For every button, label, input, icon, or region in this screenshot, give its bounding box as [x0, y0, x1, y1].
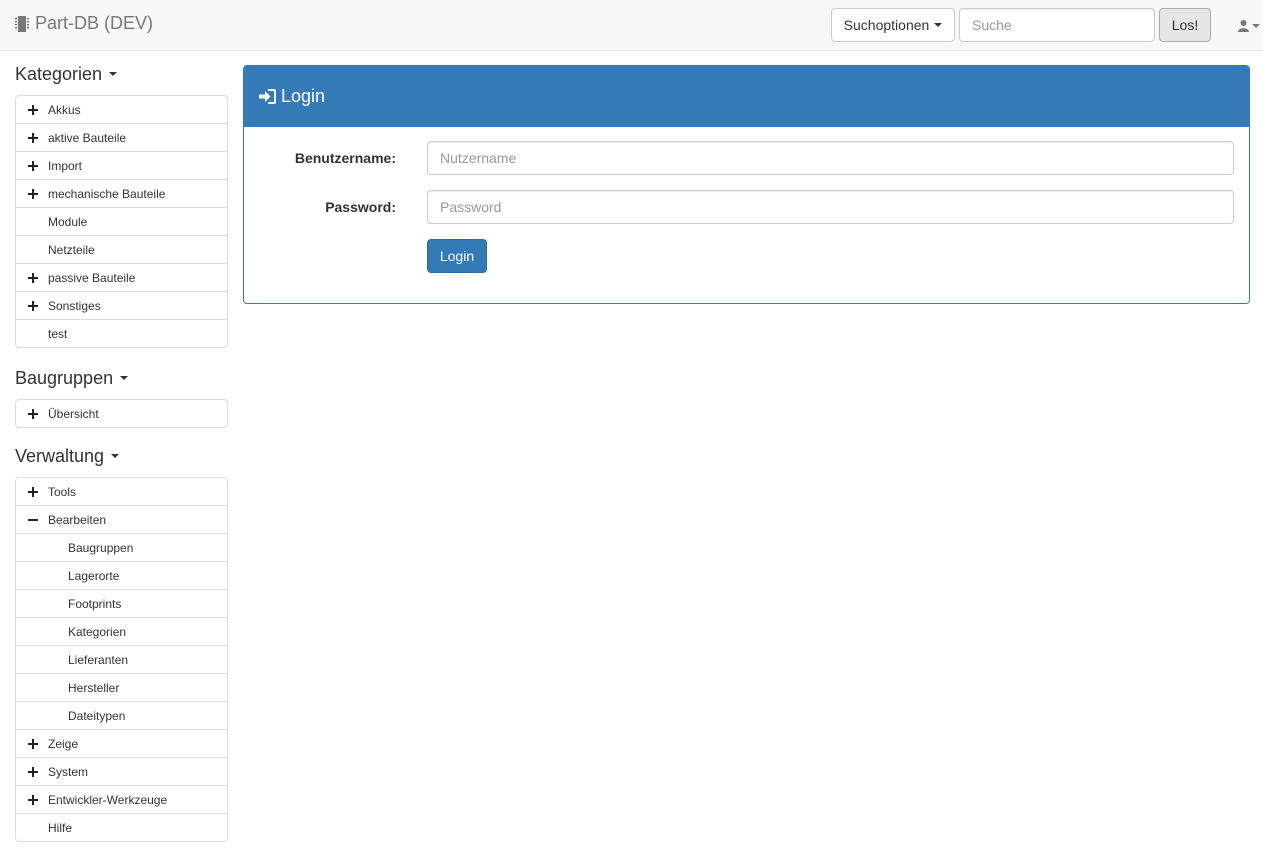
search-submit-button[interactable]: Los! [1159, 8, 1211, 42]
password-field[interactable] [427, 190, 1234, 224]
expand-plus-icon[interactable] [28, 272, 38, 283]
administration-title: Verwaltung [15, 446, 105, 466]
tree-item-label: Netzteile [48, 242, 95, 257]
tree-item-module[interactable]: Module [16, 207, 227, 235]
sign-in-icon [259, 89, 276, 104]
tree-item-dateitypen[interactable]: Dateitypen [16, 701, 227, 729]
password-label: Password: [325, 199, 396, 215]
tree-item-label: Hersteller [68, 680, 120, 695]
categories-tree: Akkus aktive Bauteile Import mechanische Ba… [15, 95, 228, 348]
tree-item-bearbeiten[interactable]: Bearbeiten [16, 505, 227, 533]
expand-plus-icon[interactable] [28, 486, 38, 497]
collapse-minus-icon[interactable] [28, 515, 38, 525]
tree-item-passive-bauteile[interactable]: passive Bauteile [16, 263, 227, 291]
tree-item-hersteller[interactable]: Hersteller [16, 673, 227, 701]
tree-item-test[interactable]: test [16, 319, 227, 347]
username-field[interactable] [427, 141, 1234, 175]
tree-item-label: passive Bauteile [48, 270, 136, 285]
expand-plus-icon[interactable] [28, 300, 38, 311]
brand-link[interactable]: Part-DB (DEV) [15, 13, 153, 34]
tree-item-hilfe[interactable]: Hilfe [16, 813, 227, 841]
tree-item-sonstiges[interactable]: Sonstiges [16, 291, 227, 319]
expand-plus-icon[interactable] [28, 132, 38, 143]
assemblies-header[interactable]: Baugruppen [15, 367, 129, 389]
tree-item-lagerorte[interactable]: Lagerorte [16, 561, 227, 589]
caret-down-icon [109, 72, 118, 76]
user-icon [1238, 20, 1249, 32]
login-title: Login [281, 86, 326, 106]
sidebar: Kategorien Akkus aktive Bauteile Import mec… [15, 51, 228, 842]
expand-plus-icon[interactable] [28, 188, 38, 199]
tree-item-label: Akkus [48, 102, 81, 117]
tree-item-label: System [48, 764, 89, 779]
chip-icon [15, 15, 29, 32]
search-input[interactable] [959, 8, 1155, 42]
tree-item-label: Zeige [48, 736, 79, 751]
categories-title: Kategorien [15, 64, 103, 84]
tree-item-entwickler-werkzeuge[interactable]: Entwickler-Werkzeuge [16, 785, 227, 813]
username-label: Benutzername: [294, 150, 396, 166]
tree-item-mechanische-bauteile[interactable]: mechanische Bauteile [16, 179, 227, 207]
expand-plus-icon[interactable] [28, 738, 38, 749]
tree-item-netzteile[interactable]: Netzteile [16, 235, 227, 263]
tree-item-label: Kategorien [68, 624, 127, 639]
tree-item-label: Lagerorte [68, 568, 120, 583]
expand-plus-icon[interactable] [28, 408, 38, 419]
assemblies-title: Baugruppen [15, 368, 114, 388]
tree-item-label: Sonstiges [48, 298, 101, 313]
user-menu-toggle[interactable] [1238, 16, 1263, 36]
tree-item-label: mechanische Bauteile [48, 186, 166, 201]
tree-item-label: Hilfe [48, 820, 73, 835]
tree-item-label: Dateitypen [68, 708, 126, 723]
login-panel: Login Benutzername: Password: Login [243, 65, 1250, 304]
login-submit-button[interactable]: Login [427, 239, 487, 273]
caret-down-icon [934, 23, 943, 27]
tree-item-footprints[interactable]: Footprints [16, 589, 227, 617]
expand-plus-icon[interactable] [28, 766, 38, 777]
tree-item-aktive-bauteile[interactable]: aktive Bauteile [16, 123, 227, 151]
tree-item-baugruppen[interactable]: Baugruppen [16, 533, 227, 561]
caret-down-icon [1252, 24, 1260, 28]
search-options-button[interactable]: Suchoptionen [831, 8, 955, 42]
tree-item-label: aktive Bauteile [48, 130, 127, 145]
tree-item-label: Lieferanten [68, 652, 129, 667]
expand-plus-icon[interactable] [28, 104, 38, 115]
tree-item-label: Footprints [68, 596, 122, 611]
tree-item-label: Module [48, 214, 88, 229]
tree-item-akkus[interactable]: Akkus [16, 96, 227, 123]
tree-item-label: Baugruppen [68, 540, 134, 555]
tree-item-import[interactable]: Import [16, 151, 227, 179]
expand-plus-icon[interactable] [28, 160, 38, 171]
tree-item-tools[interactable]: Tools [16, 478, 227, 505]
tree-item-label: Tools [48, 484, 77, 499]
tree-item-label: test [48, 326, 68, 341]
tree-item-label: Import [48, 158, 83, 173]
expand-plus-icon[interactable] [28, 794, 38, 805]
tree-item-system[interactable]: System [16, 757, 227, 785]
brand-text: Part-DB (DEV) [35, 13, 154, 33]
administration-tree: Tools Bearbeiten Baugruppen Lagerorte Footpr… [15, 477, 228, 842]
categories-header[interactable]: Kategorien [15, 63, 118, 85]
tree-item-übersicht[interactable]: Übersicht [16, 400, 227, 427]
tree-item-kategorien[interactable]: Kategorien [16, 617, 227, 645]
search-options-label: Suchoptionen [843, 17, 930, 33]
assemblies-tree: Übersicht [15, 399, 228, 428]
top-navbar: Part-DB (DEV) Suchoptionen Los! [0, 0, 1263, 51]
tree-item-label: Entwickler-Werkzeuge [48, 792, 168, 807]
tree-item-zeige[interactable]: Zeige [16, 729, 227, 757]
administration-header[interactable]: Verwaltung [15, 445, 120, 467]
tree-item-label: Übersicht [48, 406, 99, 421]
tree-item-label: Bearbeiten [48, 512, 107, 527]
tree-item-lieferanten[interactable]: Lieferanten [16, 645, 227, 673]
login-panel-heading: Login [244, 66, 1249, 127]
caret-down-icon [111, 454, 120, 458]
caret-down-icon [120, 376, 129, 380]
